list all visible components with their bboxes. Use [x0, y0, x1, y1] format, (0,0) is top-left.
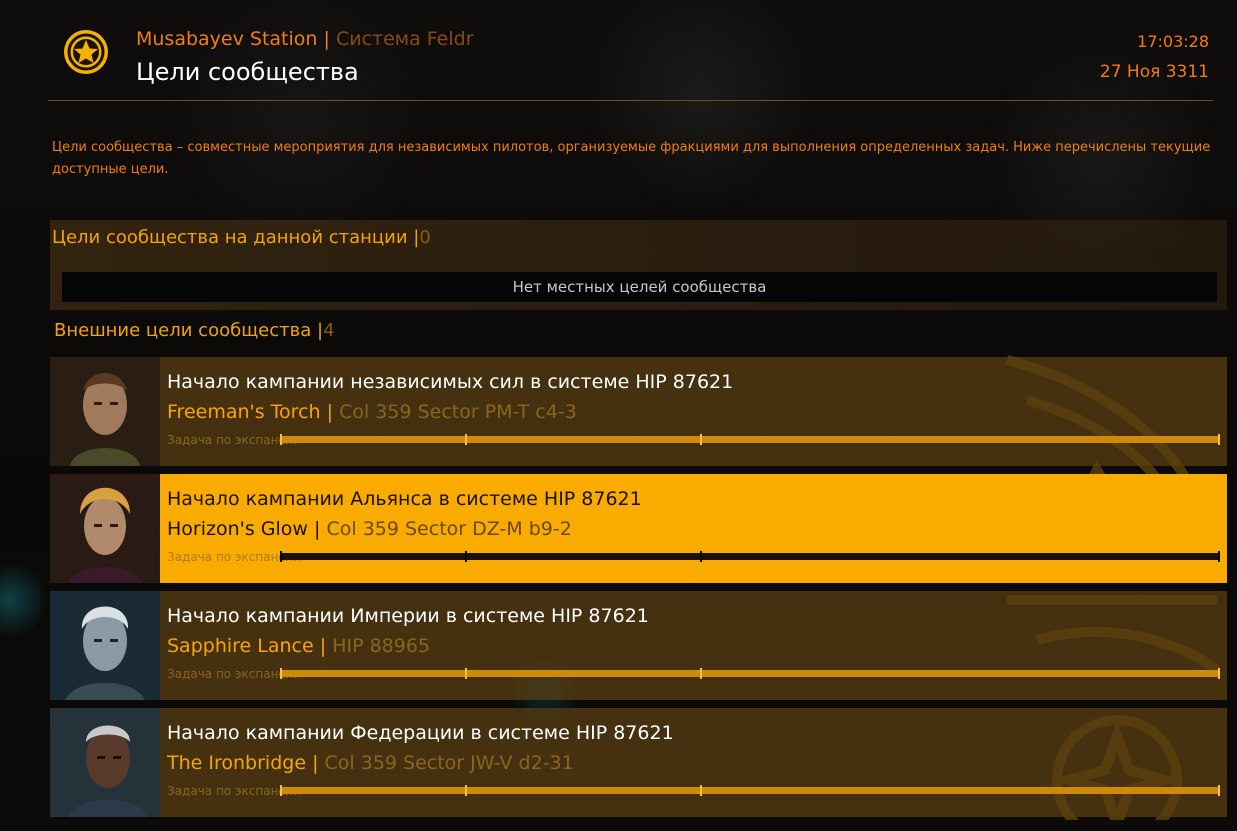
station-name: Musabayev Station — [136, 28, 318, 50]
goal-progress-bar — [280, 785, 1220, 796]
goal-progress-bar — [280, 551, 1220, 562]
local-goals-label: Цели сообщества на данной станции — [52, 227, 408, 248]
separator: | — [319, 635, 327, 657]
separator: | — [312, 752, 319, 774]
goal-title: Начало кампании Альянса в системе HIP 87… — [167, 488, 642, 510]
goal-faction: Freeman's Torch — [167, 401, 321, 423]
progress-tick — [465, 785, 467, 796]
goal-title: Начало кампании независимых сил в систем… — [167, 371, 734, 393]
goal-faction: Sapphire Lance — [167, 635, 314, 657]
goal-system: HIP 88965 — [332, 635, 431, 657]
progress-tick — [700, 434, 702, 445]
community-goal-item[interactable]: Начало кампании Империи в системе HIP 87… — [50, 591, 1227, 700]
separator: | — [323, 28, 330, 50]
pilot-portrait-avatar — [50, 708, 160, 817]
goal-system: Col 359 Sector PM-T c4-3 — [339, 401, 577, 423]
header: Musabayev Station | Система Feldr Цели с… — [48, 24, 1213, 101]
clock-time: 17:03:28 — [1137, 32, 1209, 51]
progress-tick — [280, 668, 282, 679]
star-emblem-icon — [64, 30, 108, 74]
progress-tick — [1218, 785, 1220, 796]
progress-tick — [465, 551, 467, 562]
goal-faction: Horizon's Glow — [167, 518, 308, 540]
page-title: Цели сообщества — [136, 58, 359, 86]
progress-tick — [1218, 551, 1220, 562]
goal-system: Col 359 Sector DZ-M b9-2 — [326, 518, 572, 540]
goal-progress-bar — [280, 434, 1220, 445]
local-goals-section: Цели сообщества на данной станции |0 Нет… — [50, 220, 1227, 310]
pilot-portrait-avatar — [50, 357, 160, 466]
goal-faction-line: Horizon's Glow | Col 359 Sector DZ-M b9-… — [167, 518, 572, 540]
external-goals-title: Внешние цели сообщества |4 — [52, 320, 335, 341]
pilot-portrait-avatar — [50, 474, 160, 583]
progress-tick — [280, 434, 282, 445]
progress-tick — [700, 668, 702, 679]
goal-system: Col 359 Sector JW-V d2-31 — [324, 752, 574, 774]
goal-title: Начало кампании Империи в системе HIP 87… — [167, 605, 649, 627]
goal-faction-line: The Ironbridge | Col 359 Sector JW-V d2-… — [167, 752, 574, 774]
progress-tick — [465, 668, 467, 679]
progress-tick — [700, 551, 702, 562]
goal-title: Начало кампании Федерации в системе HIP … — [167, 722, 674, 744]
community-goal-item[interactable]: Начало кампании независимых сил в систем… — [50, 357, 1227, 466]
goal-faction-line: Freeman's Torch | Col 359 Sector PM-T c4… — [167, 401, 577, 423]
system-name: Система Feldr — [335, 28, 474, 50]
progress-tick — [1218, 668, 1220, 679]
progress-tick — [465, 434, 467, 445]
external-goals-count: 4 — [323, 320, 335, 341]
goal-faction-line: Sapphire Lance | HIP 88965 — [167, 635, 430, 657]
external-goals-label: Внешние цели сообщества — [54, 320, 312, 341]
local-goals-count: 0 — [419, 227, 431, 248]
empty-local-goals-message: Нет местных целей сообщества — [62, 272, 1217, 302]
progress-tick — [1218, 434, 1220, 445]
description-text: Цели сообщества – совместные мероприятия… — [52, 140, 1211, 177]
progress-tick — [700, 785, 702, 796]
clock-date: 27 Ноя 3311 — [1099, 62, 1209, 82]
community-goal-item[interactable]: Начало кампании Федерации в системе HIP … — [50, 708, 1227, 817]
station-line: Musabayev Station | Система Feldr — [136, 28, 474, 50]
goal-faction: The Ironbridge — [167, 752, 307, 774]
community-goal-item[interactable]: Начало кампании Альянса в системе HIP 87… — [50, 474, 1227, 583]
pilot-portrait-avatar — [50, 591, 160, 700]
goal-progress-bar — [280, 668, 1220, 679]
progress-tick — [280, 785, 282, 796]
local-goals-title: Цели сообщества на данной станции |0 — [50, 227, 431, 248]
progress-tick — [280, 551, 282, 562]
separator: | — [326, 401, 334, 423]
separator: | — [314, 518, 321, 540]
